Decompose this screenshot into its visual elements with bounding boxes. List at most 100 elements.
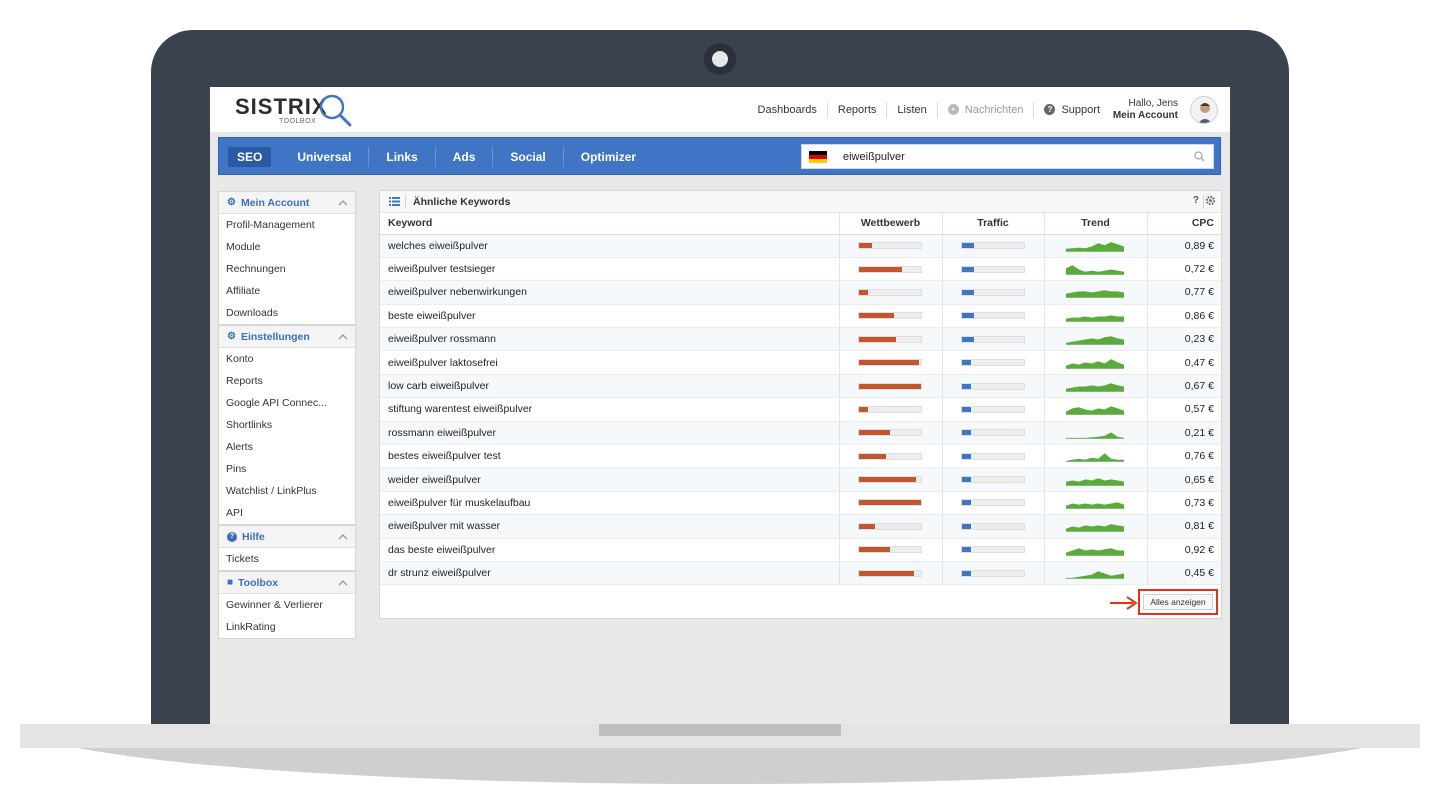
table-row[interactable]: bestes eiweißpulver test 0,76 € xyxy=(380,444,1221,469)
sidebar-item[interactable]: Downloads xyxy=(219,302,355,324)
show-all-button[interactable]: Alles anzeigen xyxy=(1143,594,1213,610)
table-row[interactable]: welches eiweißpulver 0,89 € xyxy=(380,234,1221,258)
sidebar-item[interactable]: Konto xyxy=(219,348,355,370)
competition-bar-fill xyxy=(858,523,876,529)
table-row[interactable]: rossmann eiweißpulver 0,21 € xyxy=(380,421,1221,446)
keyword-cell[interactable]: das beste eiweißpulver xyxy=(380,538,839,562)
competition-bar-fill xyxy=(858,500,921,506)
table-row[interactable]: eiweißpulver für muskelaufbau 0,73 € xyxy=(380,491,1221,516)
sidebar-group-2: ? Hilfe Tickets xyxy=(218,525,356,571)
chevron-up-icon[interactable] xyxy=(338,332,348,342)
sidebar-group-header[interactable]: ? Hilfe xyxy=(219,526,355,548)
sidebar-group-header[interactable]: ⚙ Einstellungen xyxy=(219,326,355,348)
trend-sparkline xyxy=(1065,571,1124,580)
tab-3[interactable]: Ads xyxy=(436,147,494,167)
sidebar-item[interactable]: Tickets xyxy=(219,548,355,570)
tab-5[interactable]: Optimizer xyxy=(564,147,653,167)
topnav-item-0[interactable]: Dashboards xyxy=(748,102,827,118)
sidebar-group-header[interactable]: ⚙ Mein Account xyxy=(219,192,355,214)
traffic-bar xyxy=(960,499,1025,507)
sidebar-item[interactable]: Affiliate xyxy=(219,280,355,302)
traffic-cell xyxy=(941,280,1044,305)
keyword-cell[interactable]: weider eiweißpulver xyxy=(380,467,839,492)
de-flag-icon[interactable] xyxy=(809,151,827,163)
topnav-item-4[interactable]: ? Support xyxy=(1033,101,1110,118)
table-row[interactable]: eiweißpulver rossmann 0,23 € xyxy=(380,327,1221,352)
table-row[interactable]: eiweißpulver mit wasser 0,81 € xyxy=(380,514,1221,539)
account-link[interactable]: Mein Account xyxy=(1113,110,1178,122)
keyword-cell[interactable]: eiweißpulver rossmann xyxy=(380,327,839,352)
tab-2[interactable]: Links xyxy=(369,147,436,167)
topnav-item-2[interactable]: Listen xyxy=(886,101,936,118)
col-trend[interactable]: Trend xyxy=(1043,213,1147,235)
sidebar-group-1: ⚙ Einstellungen Konto Reports Google API Con… xyxy=(218,325,356,525)
traffic-cell xyxy=(941,467,1044,492)
keyword-cell[interactable]: eiweißpulver testsieger xyxy=(380,257,839,282)
sidebar-item[interactable]: Watchlist / LinkPlus xyxy=(219,480,355,502)
keyword-cell[interactable]: eiweißpulver laktosefrei xyxy=(380,350,839,375)
keyword-cell[interactable]: beste eiweißpulver xyxy=(380,304,839,329)
search-box[interactable] xyxy=(801,144,1214,169)
trend-area xyxy=(1065,358,1124,369)
table-row[interactable]: eiweißpulver laktosefrei 0,47 € xyxy=(380,350,1221,375)
sidebar-item[interactable]: Shortlinks xyxy=(219,414,355,436)
sidebar-item[interactable]: Gewinner & Verlierer xyxy=(219,594,355,616)
help-icon[interactable]: ? xyxy=(1193,195,1199,206)
col-competition[interactable]: Wettbewerb xyxy=(838,213,942,235)
keyword-cell[interactable]: eiweißpulver mit wasser xyxy=(380,514,839,539)
table-row[interactable]: eiweißpulver nebenwirkungen 0,77 € xyxy=(380,280,1221,305)
keyword-cell[interactable]: stiftung warentest eiweißpulver xyxy=(380,397,839,422)
avatar[interactable] xyxy=(1190,96,1218,124)
competition-bar-fill xyxy=(858,406,868,412)
traffic-bar-fill xyxy=(961,360,971,366)
tab-1[interactable]: Universal xyxy=(280,147,370,167)
chevron-up-icon[interactable] xyxy=(338,198,348,208)
sidebar-item[interactable]: LinkRating xyxy=(219,616,355,638)
col-keyword[interactable]: Keyword xyxy=(380,213,839,235)
col-traffic[interactable]: Traffic xyxy=(941,213,1044,235)
account-box[interactable]: Hallo, Jens Mein Account xyxy=(1113,98,1178,122)
sidebar-item[interactable]: Google API Connec... xyxy=(219,392,355,414)
tab-4[interactable]: Social xyxy=(493,147,564,167)
topnav-item-1[interactable]: Reports xyxy=(826,101,887,118)
traffic-bar-fill xyxy=(961,477,971,483)
table-row[interactable]: stiftung warentest eiweißpulver 0,57 € xyxy=(380,397,1221,422)
sistrix-logo[interactable]: SISTRIX TOOLBOX xyxy=(235,93,365,127)
tab-0[interactable]: SEO xyxy=(228,147,272,167)
sidebar-item[interactable]: Pins xyxy=(219,458,355,480)
search-input[interactable] xyxy=(843,149,1183,165)
gear-icon[interactable] xyxy=(1205,195,1216,206)
traffic-bar-fill xyxy=(961,430,971,436)
table-row[interactable]: eiweißpulver testsieger 0,72 € xyxy=(380,257,1221,282)
keyword-cell[interactable]: rossmann eiweißpulver xyxy=(380,421,839,446)
trend-area xyxy=(1065,477,1124,486)
table-row[interactable]: beste eiweißpulver 0,86 € xyxy=(380,304,1221,329)
keyword-cell[interactable]: welches eiweißpulver xyxy=(380,234,839,258)
competition-bar-fill xyxy=(858,570,915,576)
table-row[interactable]: weider eiweißpulver 0,65 € xyxy=(380,467,1221,492)
sidebar-item[interactable]: Rechnungen xyxy=(219,258,355,280)
keyword-cell[interactable]: bestes eiweißpulver test xyxy=(380,444,839,469)
sidebar-item[interactable]: Profil-Management xyxy=(219,214,355,236)
col-cpc[interactable]: CPC xyxy=(1146,213,1221,235)
table-row[interactable]: dr strunz eiweißpulver 0,45 € xyxy=(380,561,1221,586)
sidebar-item[interactable]: Reports xyxy=(219,370,355,392)
sidebar-item[interactable]: API xyxy=(219,502,355,524)
keyword-cell[interactable]: eiweißpulver für muskelaufbau xyxy=(380,491,839,516)
competition-bar-fill xyxy=(858,383,921,389)
keyword-cell[interactable]: dr strunz eiweißpulver xyxy=(380,561,839,586)
sidebar-item[interactable]: Module xyxy=(219,236,355,258)
sidebar-group-header[interactable]: ■ Toolbox xyxy=(219,572,355,594)
traffic-bar-fill xyxy=(961,500,971,506)
table-row[interactable]: low carb eiweißpulver 0,67 € xyxy=(380,374,1221,399)
search-icon[interactable] xyxy=(1194,151,1205,162)
topnav-item-3[interactable]: • Nachrichten xyxy=(936,101,1034,118)
traffic-bar-fill xyxy=(961,266,974,272)
chevron-up-icon[interactable] xyxy=(338,532,348,542)
chevron-up-icon[interactable] xyxy=(338,578,348,588)
keyword-cell[interactable]: eiweißpulver nebenwirkungen xyxy=(380,280,839,305)
table-row[interactable]: das beste eiweißpulver 0,92 € xyxy=(380,538,1221,562)
keyword-cell[interactable]: low carb eiweißpulver xyxy=(380,374,839,399)
trend-area xyxy=(1065,571,1124,580)
sidebar-item[interactable]: Alerts xyxy=(219,436,355,458)
